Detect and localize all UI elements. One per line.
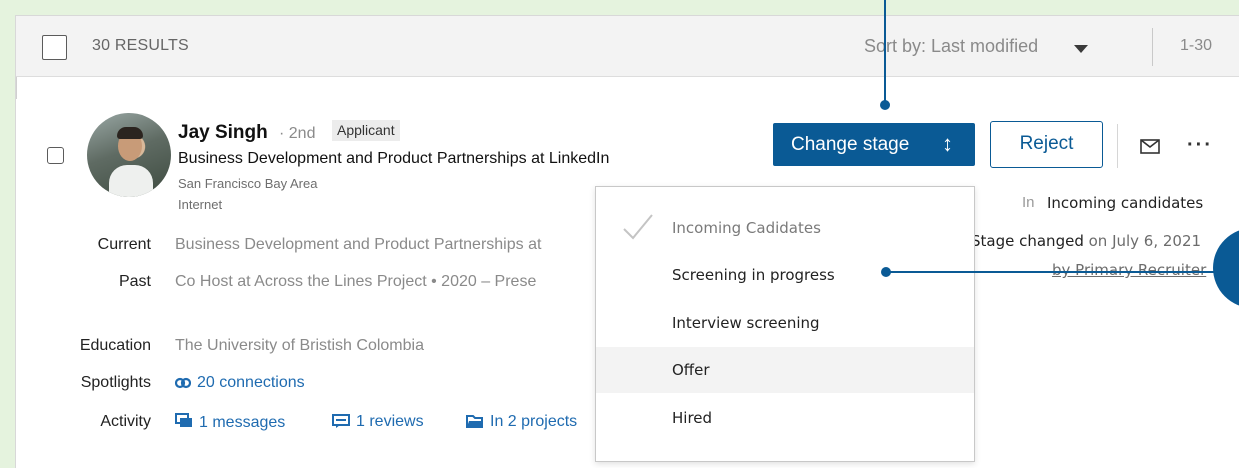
stage-option-screening[interactable]: Screening in progress — [596, 252, 974, 298]
callout-line — [886, 271, 1221, 273]
education-label: Education — [79, 337, 151, 354]
stage-changed-info: Stage changed on July 6, 2021 — [971, 232, 1201, 250]
stage-option-incoming[interactable]: Incoming Cadidates — [596, 205, 974, 251]
stage-option-label: Offer — [672, 361, 710, 379]
stage-option-hired[interactable]: Hired — [596, 395, 974, 441]
more-options-icon[interactable]: ··· — [1187, 134, 1213, 157]
results-header: 30 RESULTS Sort by: Last modified 1-30 — [16, 16, 1239, 77]
applicant-badge: Applicant — [332, 120, 400, 141]
connections-icon — [175, 377, 191, 389]
messages-link[interactable]: 1 messages — [175, 413, 285, 432]
candidate-industry: Internet — [178, 197, 223, 212]
past-value: Co Host at Across the Lines Project • 20… — [175, 273, 537, 290]
projects-count: In 2 projects — [490, 413, 578, 430]
change-stage-label: Change stage — [791, 134, 910, 155]
actions-divider — [1117, 124, 1118, 168]
candidate-name[interactable]: Jay Singh — [178, 122, 268, 144]
current-value: Business Development and Product Partner… — [175, 236, 542, 253]
spotlights-connections-link[interactable]: 20 connections — [175, 374, 305, 392]
avatar[interactable] — [87, 113, 171, 197]
messages-count: 1 messages — [199, 414, 286, 431]
stage-option-label: Interview screening — [672, 314, 820, 332]
past-label: Past — [118, 273, 151, 290]
divider — [16, 77, 17, 99]
reviews-icon — [332, 414, 350, 428]
stage-changed-date: on July 6, 2021 — [1083, 232, 1202, 250]
spotlights-value: 20 connections — [197, 374, 305, 391]
stage-in-prefix: In — [1022, 194, 1035, 211]
reviews-count: 1 reviews — [356, 413, 424, 430]
reject-button[interactable]: Reject — [990, 121, 1103, 168]
stage-option-label: Hired — [672, 409, 713, 427]
activity-label: Activity — [100, 413, 151, 430]
callout-dot — [881, 267, 891, 277]
current-label: Current — [97, 236, 151, 253]
pagination-range: 1-30 — [1180, 37, 1213, 54]
connection-degree: · 2nd — [279, 125, 316, 142]
checkmark-icon — [623, 214, 653, 240]
stage-option-label: Incoming Cadidates — [672, 219, 821, 237]
change-stage-button[interactable]: Change stage ↕ — [773, 123, 975, 166]
reviews-link[interactable]: 1 reviews — [332, 413, 424, 431]
header-divider — [1152, 28, 1153, 66]
callout-line — [884, 0, 886, 103]
stage-option-offer[interactable]: Offer — [596, 347, 974, 393]
caret-down-icon[interactable] — [1074, 45, 1088, 53]
sort-dropdown[interactable]: Sort by: Last modified — [864, 36, 1038, 57]
messages-icon — [175, 413, 192, 427]
candidate-location: San Francisco Bay Area — [178, 176, 318, 191]
folder-icon — [466, 415, 483, 428]
stage-dropdown-menu: Incoming Cadidates Screening in progress… — [595, 186, 975, 462]
stage-option-label: Screening in progress — [672, 266, 835, 284]
changed-by-link[interactable]: by Primary Recruiter — [1052, 261, 1206, 279]
stage-option-interview[interactable]: Interview screening — [596, 300, 974, 346]
candidate-panel: 30 RESULTS Sort by: Last modified 1-30 J… — [15, 15, 1239, 468]
mail-icon[interactable] — [1140, 139, 1160, 154]
stage-changed-label: Stage changed — [971, 232, 1084, 250]
up-down-arrow-icon: ↕ — [942, 131, 953, 156]
results-count: 30 RESULTS — [92, 37, 189, 54]
select-all-checkbox[interactable] — [42, 35, 67, 60]
education-value: The University of Bristish Colombia — [175, 337, 424, 354]
projects-link[interactable]: In 2 projects — [466, 413, 577, 431]
candidate-headline: Business Development and Product Partner… — [178, 150, 610, 167]
current-stage: Incoming candidates — [1047, 194, 1204, 212]
callout-dot — [880, 100, 890, 110]
candidate-checkbox[interactable] — [47, 147, 64, 164]
spotlights-label: Spotlights — [80, 374, 151, 391]
